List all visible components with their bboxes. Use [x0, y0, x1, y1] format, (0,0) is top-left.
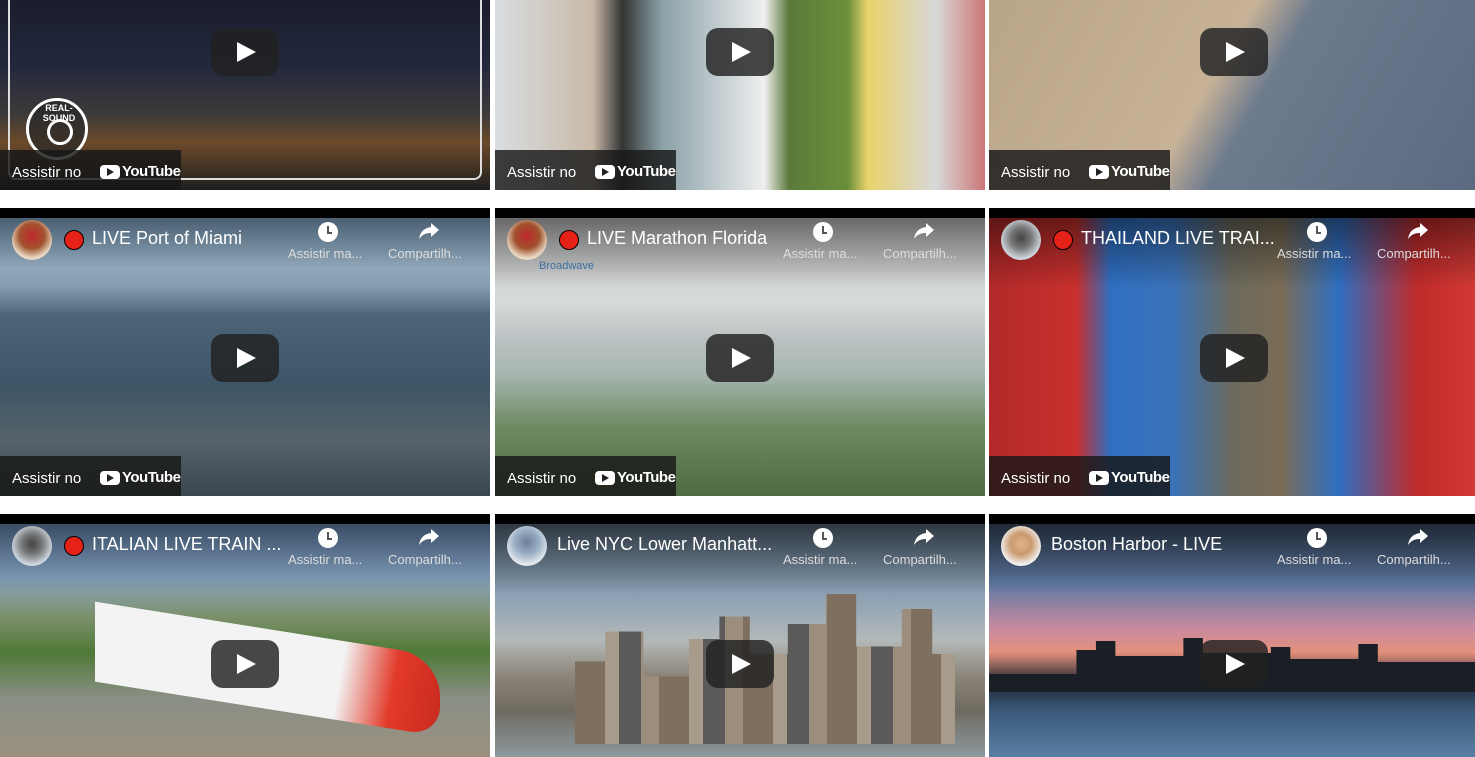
share-label[interactable]: Compartilh... — [883, 552, 957, 567]
youtube-wordmark: YouTube — [1111, 469, 1170, 486]
clock-icon[interactable] — [318, 222, 338, 242]
youtube-logo-icon — [595, 471, 615, 485]
watch-label: Assistir no — [12, 164, 82, 181]
watch-later-label[interactable]: Assistir ma... — [1277, 552, 1351, 567]
video-tile[interactable]: LIVE Marathon Florida Broadwave Assistir… — [495, 208, 985, 496]
video-tile[interactable]: LIVE Port of Miami Assistir ma... Compar… — [0, 208, 490, 496]
channel-avatar-icon[interactable] — [507, 526, 547, 566]
video-title[interactable]: THAILAND LIVE TRAI... — [1081, 228, 1275, 249]
share-icon[interactable] — [418, 527, 440, 547]
live-dot-icon — [64, 230, 84, 250]
video-tile[interactable]: THAILAND LIVE TRAI... Assistir ma... Com… — [989, 208, 1475, 496]
watch-on-youtube-button[interactable]: Assistir no YouTube — [495, 150, 676, 190]
watch-on-youtube-button[interactable]: Assistir no YouTube — [0, 456, 181, 496]
watch-later-label[interactable]: Assistir ma... — [288, 246, 362, 261]
live-dot-icon — [1053, 230, 1073, 250]
live-dot-icon — [64, 536, 84, 556]
channel-avatar-icon[interactable] — [1001, 220, 1041, 260]
share-icon[interactable] — [913, 527, 935, 547]
youtube-logo-icon — [595, 165, 615, 179]
youtube-wordmark: YouTube — [122, 469, 181, 486]
youtube-logo-icon — [100, 165, 120, 179]
play-button[interactable] — [211, 334, 279, 382]
channel-avatar-icon[interactable] — [12, 526, 52, 566]
share-icon[interactable] — [913, 221, 935, 241]
share-label[interactable]: Compartilh... — [388, 246, 462, 261]
watch-on-youtube-button[interactable]: Assistir no YouTube — [989, 150, 1170, 190]
video-tile[interactable]: ITALIAN LIVE TRAIN ... Assistir ma... Co… — [0, 514, 490, 757]
video-tile[interactable]: Assistir no YouTube — [989, 0, 1475, 190]
watch-label: Assistir no — [1001, 164, 1071, 181]
youtube-logo-icon — [1089, 471, 1109, 485]
clock-icon[interactable] — [318, 528, 338, 548]
channel-avatar-icon[interactable] — [12, 220, 52, 260]
youtube-wordmark: YouTube — [617, 469, 676, 486]
play-button[interactable] — [211, 640, 279, 688]
watch-label: Assistir no — [507, 470, 577, 487]
video-tile[interactable]: Boston Harbor - LIVE Assistir ma... Comp… — [989, 514, 1475, 757]
video-title[interactable]: LIVE Marathon Florida — [587, 228, 767, 249]
clock-icon[interactable] — [1307, 528, 1327, 548]
video-title[interactable]: Live NYC Lower Manhatt... — [557, 534, 772, 555]
video-grid: REAL-SOUND Assistir no YouTube Assistir … — [0, 0, 1475, 757]
clock-icon[interactable] — [813, 528, 833, 548]
play-button[interactable] — [1200, 28, 1268, 76]
broadwave-watermark: Broadwave — [539, 260, 595, 272]
share-icon[interactable] — [1407, 221, 1429, 241]
share-label[interactable]: Compartilh... — [1377, 552, 1451, 567]
youtube-logo-icon — [100, 471, 120, 485]
youtube-wordmark: YouTube — [617, 163, 676, 180]
share-icon[interactable] — [418, 221, 440, 241]
watch-on-youtube-button[interactable]: Assistir no YouTube — [0, 150, 181, 190]
play-button[interactable] — [706, 334, 774, 382]
youtube-logo-icon — [1089, 165, 1109, 179]
play-button[interactable] — [211, 28, 279, 76]
share-label[interactable]: Compartilh... — [1377, 246, 1451, 261]
youtube-wordmark: YouTube — [122, 163, 181, 180]
share-label[interactable]: Compartilh... — [883, 246, 957, 261]
video-title[interactable]: LIVE Port of Miami — [92, 228, 242, 249]
watch-later-label[interactable]: Assistir ma... — [288, 552, 362, 567]
video-title[interactable]: Boston Harbor - LIVE — [1051, 534, 1222, 555]
channel-avatar-icon[interactable] — [1001, 526, 1041, 566]
video-title[interactable]: ITALIAN LIVE TRAIN ... — [92, 534, 281, 555]
live-dot-icon — [559, 230, 579, 250]
play-button[interactable] — [1200, 640, 1268, 688]
share-label[interactable]: Compartilh... — [388, 552, 462, 567]
share-icon[interactable] — [1407, 527, 1429, 547]
watch-later-label[interactable]: Assistir ma... — [783, 552, 857, 567]
watch-label: Assistir no — [507, 164, 577, 181]
play-button[interactable] — [706, 28, 774, 76]
watch-later-label[interactable]: Assistir ma... — [1277, 246, 1351, 261]
video-tile[interactable]: REAL-SOUND Assistir no YouTube — [0, 0, 490, 190]
video-tile[interactable]: Assistir no YouTube — [495, 0, 985, 190]
watch-on-youtube-button[interactable]: Assistir no YouTube — [495, 456, 676, 496]
clock-icon[interactable] — [813, 222, 833, 242]
watch-label: Assistir no — [1001, 470, 1071, 487]
watch-later-label[interactable]: Assistir ma... — [783, 246, 857, 261]
channel-avatar-icon[interactable] — [507, 220, 547, 260]
video-tile[interactable]: Live NYC Lower Manhatt... Assistir ma...… — [495, 514, 985, 757]
play-button[interactable] — [706, 640, 774, 688]
watch-on-youtube-button[interactable]: Assistir no YouTube — [989, 456, 1170, 496]
clock-icon[interactable] — [1307, 222, 1327, 242]
play-button[interactable] — [1200, 334, 1268, 382]
watch-label: Assistir no — [12, 470, 82, 487]
youtube-wordmark: YouTube — [1111, 163, 1170, 180]
